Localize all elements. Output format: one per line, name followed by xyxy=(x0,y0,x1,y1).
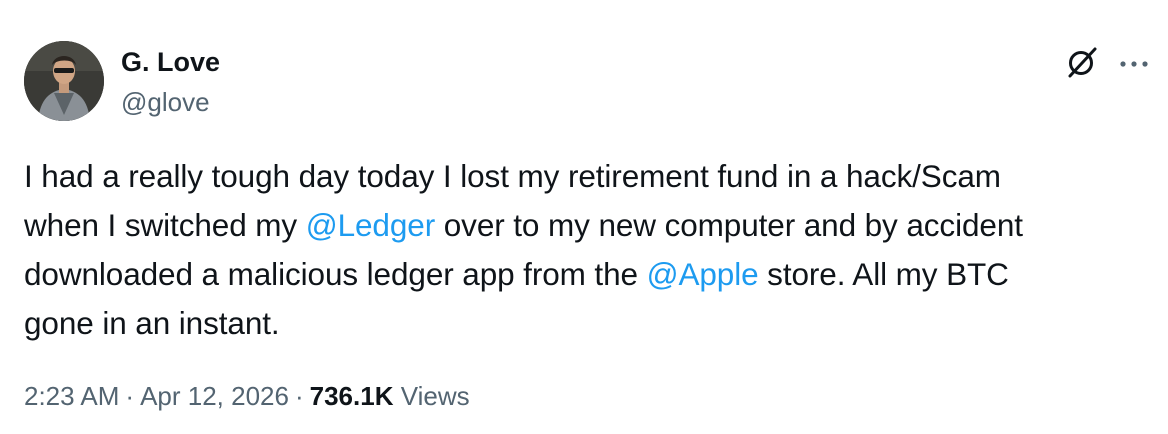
tweet-text-segment: gone in an instant. xyxy=(24,305,280,341)
tweet-line: I had a really tough day today I lost my… xyxy=(24,152,1154,201)
display-name[interactable]: G. Love xyxy=(121,45,220,79)
tweet-time-link[interactable]: 2:23 AM xyxy=(24,381,119,411)
tweet-line: when I switched my @Ledger over to my ne… xyxy=(24,201,1154,250)
grok-button[interactable] xyxy=(1062,44,1102,84)
meta-separator: · xyxy=(294,381,304,411)
tweet-text-segment: downloaded a malicious ledger app from t… xyxy=(24,256,647,292)
views-count: 736.1K xyxy=(309,381,394,411)
mention-apple-link[interactable]: @Apple xyxy=(647,256,759,292)
tweet-line: downloaded a malicious ledger app from t… xyxy=(24,250,1154,299)
views-label: Views xyxy=(400,381,470,411)
tweet-text-segment: store. All my BTC xyxy=(758,256,1009,292)
tweet-meta: 2:23 AM · Apr 12, 2026 · 736.1K Views xyxy=(24,377,470,415)
grok-icon xyxy=(1065,45,1099,84)
tweet-text-segment: over to my new computer and by accident xyxy=(435,207,1023,243)
mention-ledger-link[interactable]: @Ledger xyxy=(306,207,435,243)
meta-separator: · xyxy=(125,381,135,411)
more-icon xyxy=(1119,55,1149,73)
tweet-date-link[interactable]: Apr 12, 2026 xyxy=(140,381,289,411)
tweet-text-segment: I had a really tough day today I lost my… xyxy=(24,158,1001,194)
more-options-button[interactable] xyxy=(1114,44,1154,84)
avatar[interactable] xyxy=(24,41,104,121)
tweet-text-segment: when I switched my xyxy=(24,207,306,243)
user-handle[interactable]: @glove xyxy=(121,85,210,119)
tweet-line: gone in an instant. xyxy=(24,299,1154,348)
tweet-text: I had a really tough day today I lost my… xyxy=(24,152,1154,348)
